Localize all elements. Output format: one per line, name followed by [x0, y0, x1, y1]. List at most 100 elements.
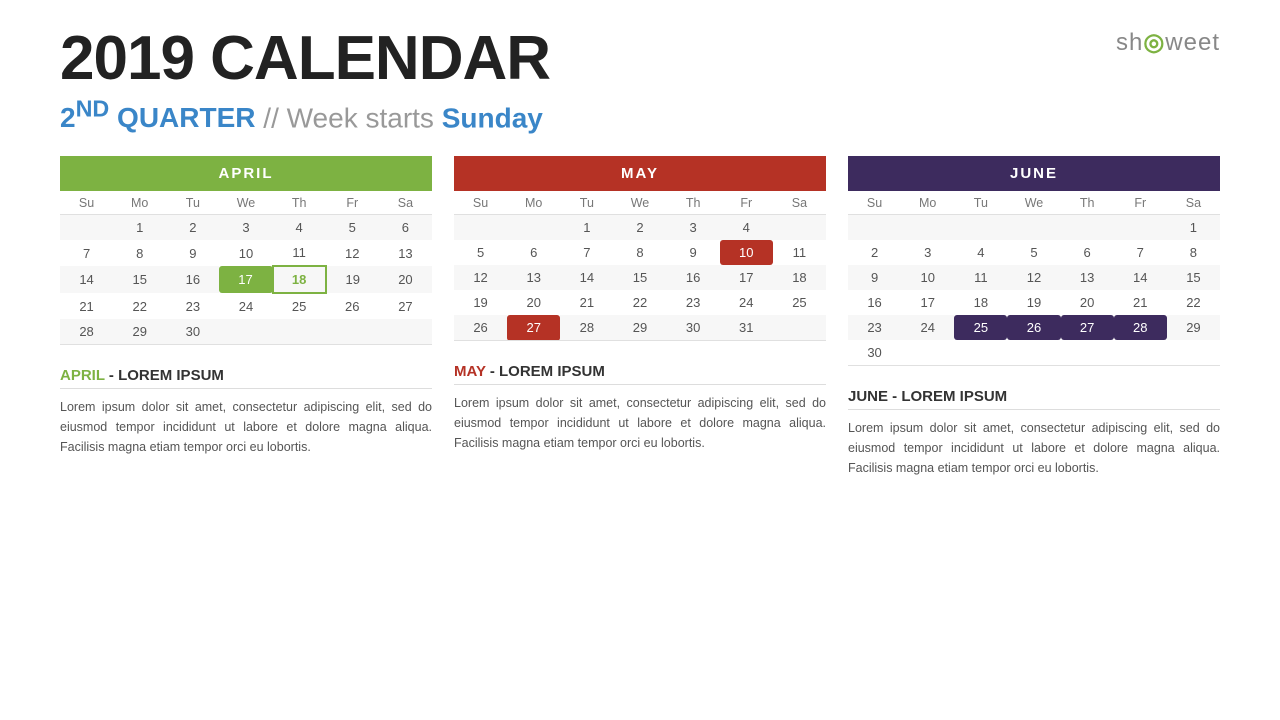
day-cell: 12 — [326, 240, 379, 266]
dow-su: Su — [848, 191, 901, 215]
day-cell-highlight: 18 — [273, 266, 326, 293]
day-cell — [901, 340, 954, 366]
day-cell: 29 — [1167, 315, 1220, 340]
day-cell: 12 — [1007, 265, 1060, 290]
dow-mo: Mo — [507, 191, 560, 215]
day-cell: 16 — [848, 290, 901, 315]
day-cell: 22 — [1167, 290, 1220, 315]
day-cell: 30 — [667, 315, 720, 341]
day-cell: 24 — [720, 290, 773, 315]
june-week-6: 30 — [848, 340, 1220, 366]
day-cell: 9 — [166, 240, 219, 266]
day-cell: 9 — [848, 265, 901, 290]
day-cell: 11 — [773, 240, 826, 265]
day-cell: 29 — [113, 319, 166, 345]
day-cell-highlight: 10 — [720, 240, 773, 265]
day-cell: 8 — [1167, 240, 1220, 265]
may-dow-row: Su Mo Tu We Th Fr Sa — [454, 191, 826, 215]
day-cell: 31 — [720, 315, 773, 341]
april-label: APRIL — [60, 367, 105, 384]
day-cell — [901, 215, 954, 241]
may-info-body: Lorem ipsum dolor sit amet, consectetur … — [454, 393, 826, 453]
day-cell: 3 — [901, 240, 954, 265]
june-week-3: 9 10 11 12 13 14 15 — [848, 265, 1220, 290]
logo-text-weet: weet — [1165, 29, 1220, 56]
may-week-1: 1 2 3 4 — [454, 215, 826, 241]
day-cell: 20 — [507, 290, 560, 315]
april-week-2: 7 8 9 10 11 12 13 — [60, 240, 432, 266]
june-week-1: 1 — [848, 215, 1220, 241]
dow-mo: Mo — [901, 191, 954, 215]
day-cell: 19 — [326, 266, 379, 293]
day-cell: 30 — [848, 340, 901, 366]
dow-sa: Sa — [1167, 191, 1220, 215]
day-cell: 3 — [667, 215, 720, 241]
day-cell: 9 — [667, 240, 720, 265]
day-cell: 17 — [901, 290, 954, 315]
day-cell: 7 — [560, 240, 613, 265]
may-footer — [454, 341, 826, 353]
subtitle-divider: // Week starts — [263, 102, 441, 133]
day-cell: 2 — [166, 215, 219, 241]
day-cell: 21 — [60, 293, 113, 319]
april-week-3: 14 15 16 17 18 19 20 — [60, 266, 432, 293]
day-cell — [954, 215, 1007, 241]
may-info-title: MAY - LOREM IPSUM — [454, 363, 826, 385]
day-cell: 6 — [1061, 240, 1114, 265]
day-cell — [1007, 340, 1060, 366]
day-cell-highlight: 25 — [954, 315, 1007, 340]
day-cell-highlight: 27 — [507, 315, 560, 341]
day-cell: 5 — [326, 215, 379, 241]
day-cell: 15 — [613, 265, 666, 290]
day-cell: 10 — [219, 240, 272, 266]
day-cell: 20 — [1061, 290, 1114, 315]
logo: sh◎weet — [1116, 28, 1220, 57]
day-cell: 16 — [166, 266, 219, 293]
day-cell: 6 — [507, 240, 560, 265]
dow-th: Th — [273, 191, 326, 215]
day-cell — [1114, 340, 1167, 366]
april-week-4: 21 22 23 24 25 26 27 — [60, 293, 432, 319]
day-cell — [1007, 215, 1060, 241]
april-week-1: 1 2 3 4 5 6 — [60, 215, 432, 241]
dow-sa: Sa — [379, 191, 432, 215]
day-cell: 25 — [273, 293, 326, 319]
day-cell: 16 — [667, 265, 720, 290]
day-cell: 5 — [454, 240, 507, 265]
calendar-may: MAY Su Mo Tu We Th Fr Sa 1 2 3 4 — [454, 156, 826, 478]
day-cell-highlight: 28 — [1114, 315, 1167, 340]
dow-tu: Tu — [954, 191, 1007, 215]
day-cell: 7 — [60, 240, 113, 266]
day-cell: 1 — [1167, 215, 1220, 241]
day-cell: 19 — [454, 290, 507, 315]
may-info: MAY - LOREM IPSUM Lorem ipsum dolor sit … — [454, 363, 826, 453]
april-header: APRIL — [60, 156, 432, 191]
calendar-april: APRIL Su Mo Tu We Th Fr Sa 1 2 3 4 — [60, 156, 432, 478]
day-cell — [1167, 340, 1220, 366]
day-cell: 27 — [379, 293, 432, 319]
dow-su: Su — [60, 191, 113, 215]
day-cell: 17 — [720, 265, 773, 290]
day-cell: 1 — [560, 215, 613, 241]
day-cell: 22 — [113, 293, 166, 319]
day-cell — [326, 319, 379, 345]
june-header-row: JUNE — [848, 156, 1220, 191]
june-dow-row: Su Mo Tu We Th Fr Sa — [848, 191, 1220, 215]
day-cell: 8 — [613, 240, 666, 265]
day-cell: 8 — [113, 240, 166, 266]
day-cell — [848, 215, 901, 241]
dow-mo: Mo — [113, 191, 166, 215]
may-header: MAY — [454, 156, 826, 191]
start-day: Sunday — [442, 102, 543, 133]
day-cell: 23 — [848, 315, 901, 340]
june-header: JUNE — [848, 156, 1220, 191]
day-cell: 26 — [326, 293, 379, 319]
logo-icon: ◎ — [1143, 29, 1165, 56]
day-cell — [954, 340, 1007, 366]
day-cell: 25 — [773, 290, 826, 315]
dow-th: Th — [667, 191, 720, 215]
day-cell: 23 — [667, 290, 720, 315]
dow-we: We — [219, 191, 272, 215]
april-week-5: 28 29 30 — [60, 319, 432, 345]
page-title: 2019 CALENDAR — [60, 28, 1220, 90]
